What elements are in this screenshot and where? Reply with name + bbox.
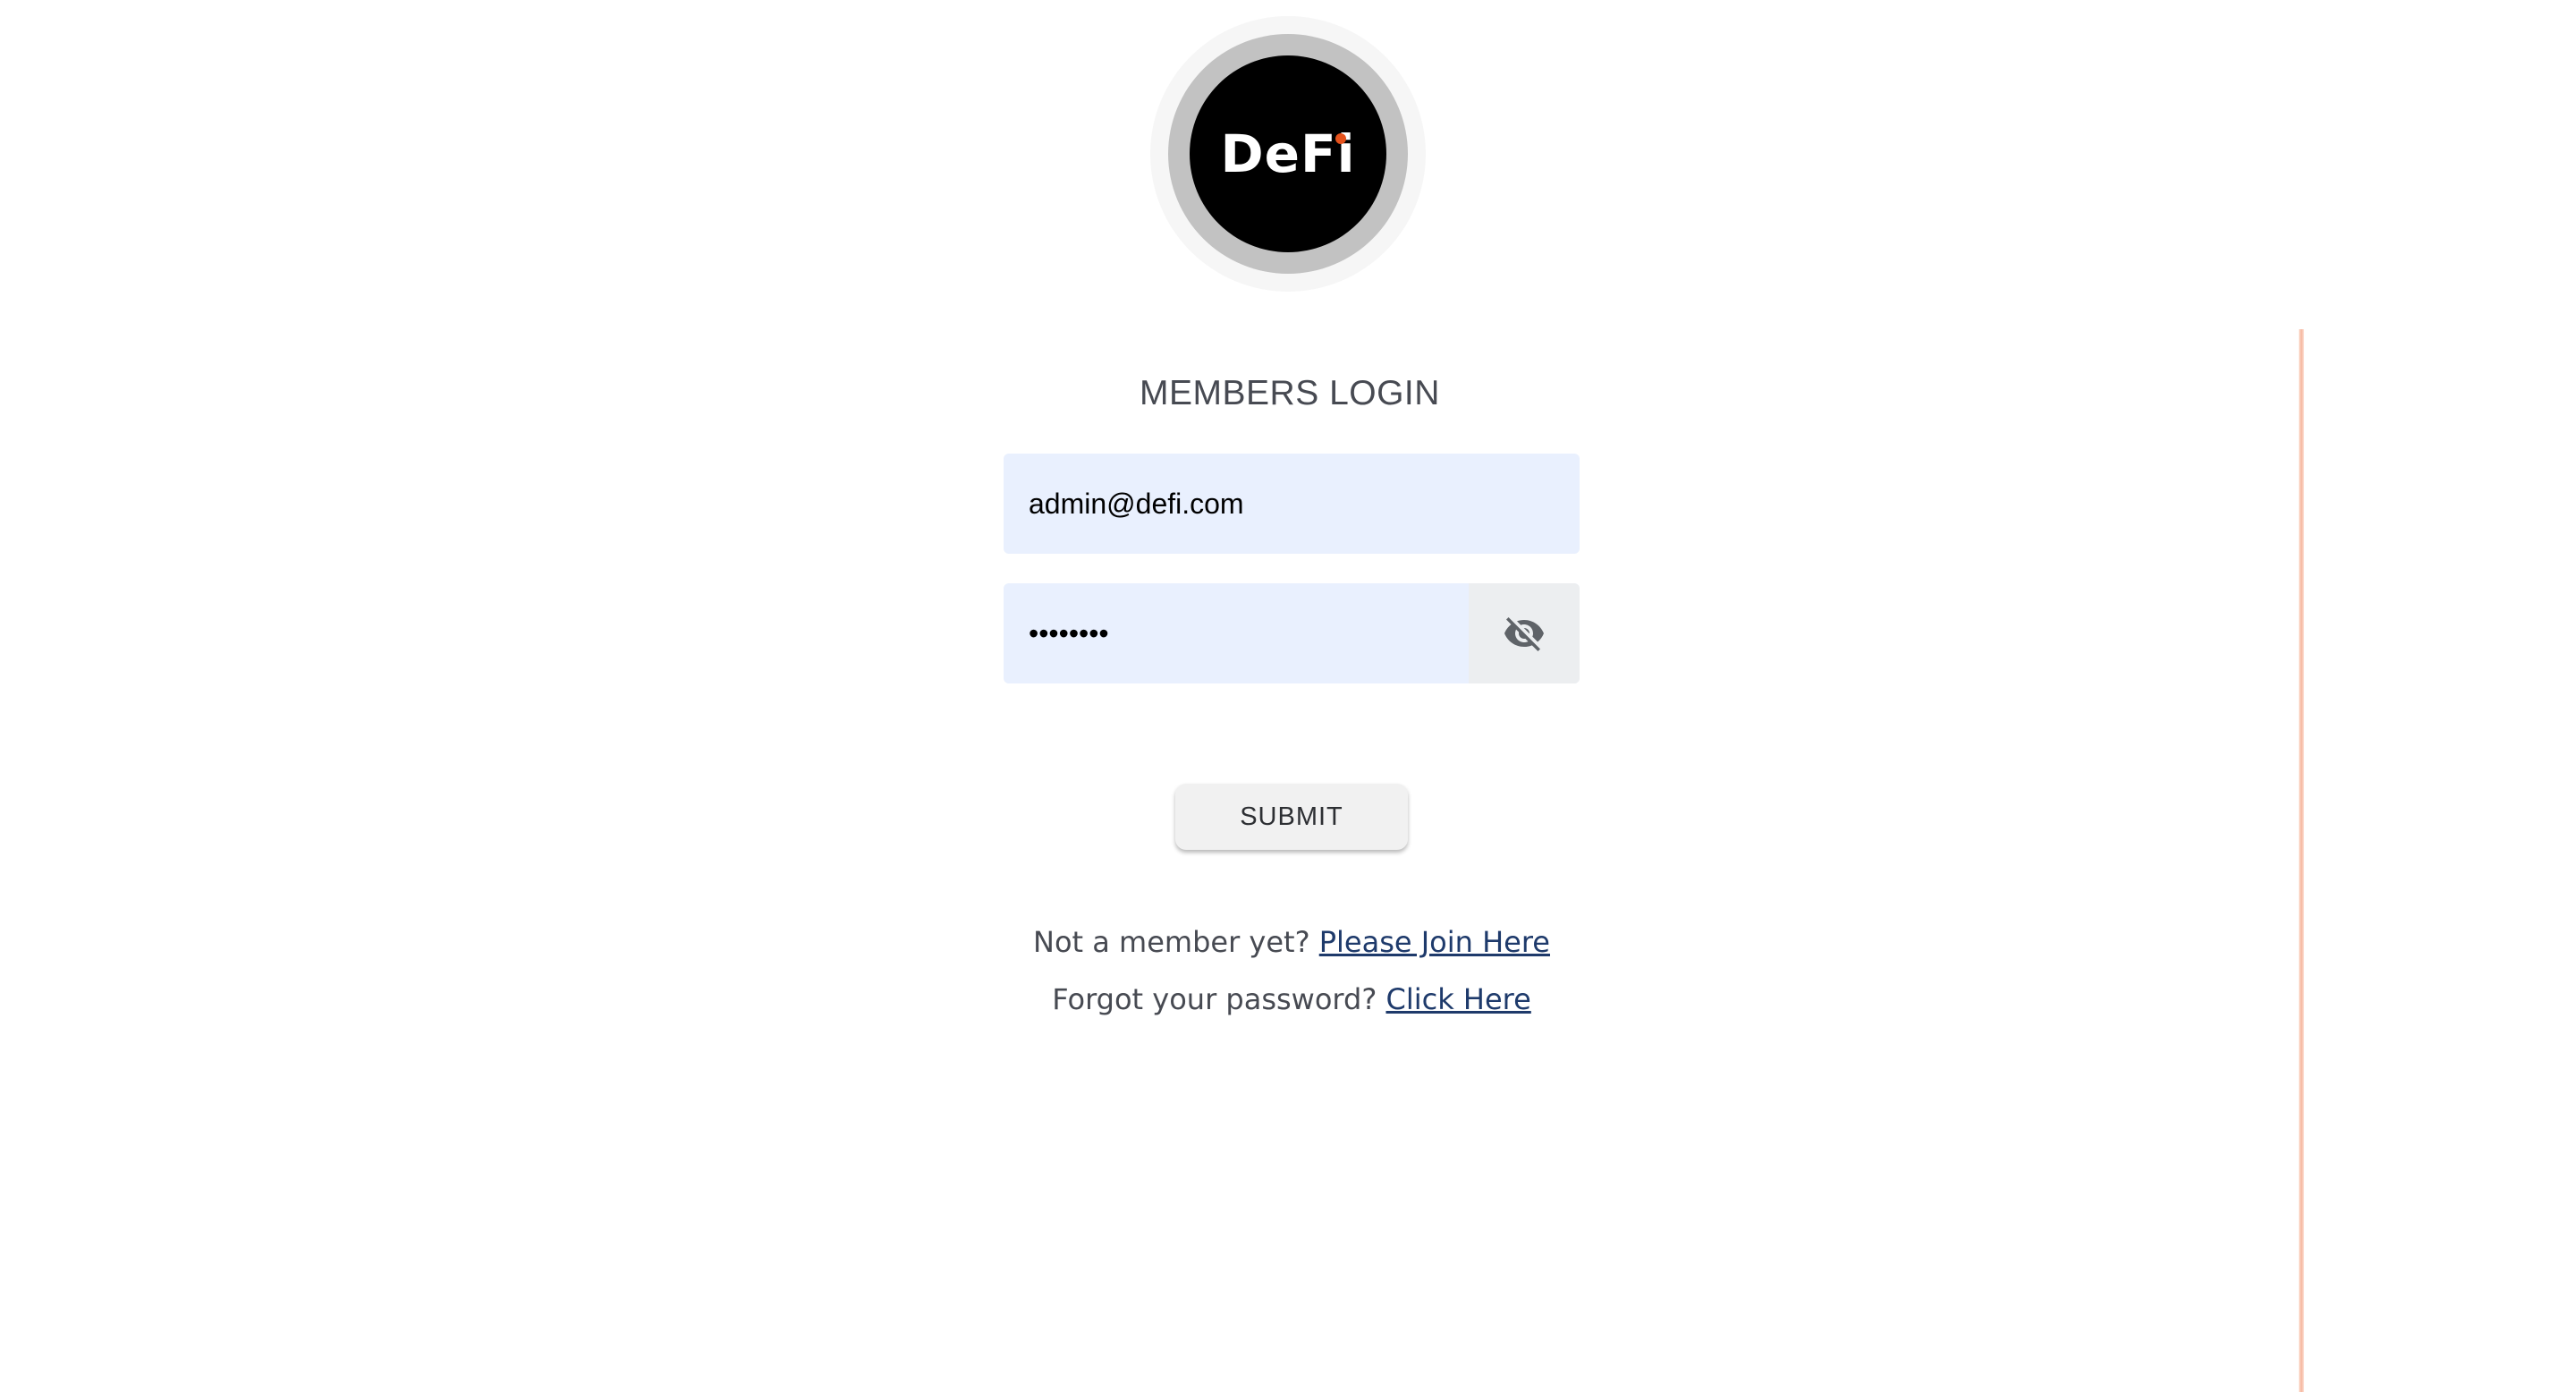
password-field-container bbox=[1004, 583, 1580, 683]
decorative-edge-line bbox=[2299, 329, 2304, 1392]
join-prompt: Not a member yet? bbox=[1033, 925, 1310, 959]
email-field[interactable] bbox=[1004, 454, 1580, 554]
forgot-prompt: Forgot your password? bbox=[1052, 982, 1377, 1016]
page-title: MEMBERS LOGIN bbox=[1140, 374, 1440, 412]
email-field-container bbox=[1004, 454, 1580, 554]
toggle-password-visibility-button[interactable] bbox=[1469, 583, 1580, 683]
password-field[interactable] bbox=[1004, 583, 1469, 683]
join-line: Not a member yet? Please Join Here bbox=[1004, 925, 1580, 959]
join-link[interactable]: Please Join Here bbox=[1319, 925, 1550, 959]
forgot-password-link[interactable]: Click Here bbox=[1385, 982, 1530, 1016]
submit-button[interactable]: SUBMIT bbox=[1175, 784, 1408, 850]
logo-text: DeFi bbox=[1220, 123, 1356, 184]
defi-logo: DeFi bbox=[1190, 55, 1386, 252]
logo-accent-dot bbox=[1335, 133, 1346, 144]
forgot-password-line: Forgot your password? Click Here bbox=[1004, 982, 1580, 1016]
eye-off-icon bbox=[1504, 617, 1544, 651]
